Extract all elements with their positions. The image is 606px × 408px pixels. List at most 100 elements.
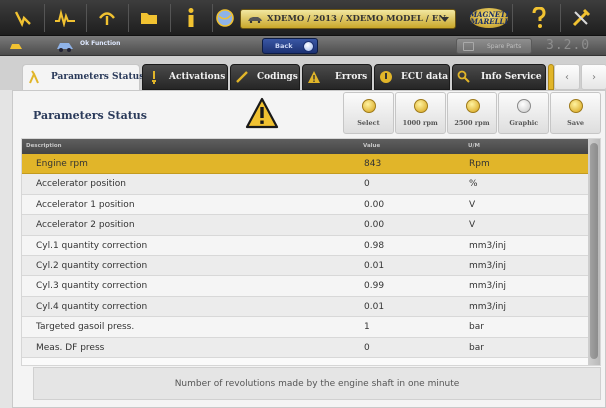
vehicle-ok-icon (57, 43, 73, 52)
rpm-2500-button[interactable]: 2500 rpm (446, 92, 498, 134)
parameter-description-text: Number of revolutions made by the engine… (174, 378, 460, 389)
spare-parts-icon (463, 42, 474, 51)
table-row[interactable]: Accelerator 2 position 0.00 V (22, 215, 590, 236)
ecu-icon (380, 71, 392, 83)
tab-bar: Parameters Status Activations Codings Er… (0, 56, 606, 92)
globe-icon[interactable] (210, 4, 240, 32)
cell-description: Engine rpm (36, 159, 88, 169)
vehicle-path: XDEMO / 2013 / XDEMO MODEL / ENGII (267, 14, 447, 24)
warning-icon (245, 97, 279, 129)
chevron-right-icon: › (592, 71, 596, 83)
rpm-1000-button[interactable]: 1000 rpm (394, 92, 446, 134)
coding-icon (236, 71, 248, 83)
column-header-description: Description (26, 143, 62, 149)
vehicle-selector[interactable]: XDEMO / 2013 / XDEMO MODEL / ENGII (240, 9, 456, 29)
oscilloscope-icon[interactable] (46, 4, 84, 32)
scrollbar-thumb[interactable] (590, 143, 598, 359)
cell-value: 0 (364, 179, 370, 190)
parameter-description-box: Number of revolutions made by the engine… (33, 367, 601, 400)
cell-description: Accelerator position (36, 179, 126, 190)
cell-value: 0.01 (364, 301, 385, 312)
tab-codings[interactable]: Codings (230, 64, 300, 90)
cell-value: 0.00 (364, 220, 385, 231)
cell-description: Cyl.3 quantity correction (36, 281, 148, 292)
help-icon[interactable] (520, 4, 558, 32)
table-row[interactable]: Cyl.2 quantity correction 0.01 mm3/inj (22, 256, 590, 277)
cell-unit: V (469, 220, 476, 231)
tab-label: Info Service (481, 72, 542, 82)
cell-description: Meas. DF press (36, 342, 105, 353)
cell-value: 0.98 (364, 240, 385, 251)
tab-label: Codings (257, 72, 298, 82)
tab-info-service[interactable]: Info Service (452, 64, 546, 90)
top-toolbar: XDEMO / 2013 / XDEMO MODEL / ENGII MAGNE… (0, 0, 606, 36)
warning-icon (308, 71, 320, 83)
cell-value: 1 (364, 322, 370, 333)
cell-value: 0.00 (364, 199, 385, 210)
cell-description: Cyl.2 quantity correction (36, 261, 148, 271)
cell-description: Targeted gasoil press. (36, 322, 135, 333)
table-scrollbar[interactable] (588, 139, 600, 365)
table-row[interactable]: Targeted gasoil press. 1 bar (22, 317, 590, 338)
select-icon (362, 99, 376, 113)
chevron-down-icon (441, 17, 449, 22)
app-window: XDEMO / 2013 / XDEMO MODEL / ENGII MAGNE… (0, 0, 606, 408)
tab-scroll-left-button[interactable]: ‹ (554, 64, 580, 90)
graphic-button[interactable]: Graphic (498, 92, 550, 134)
tab-errors[interactable]: Errors (302, 64, 372, 90)
function-bar: Ok Function Back Spare Parts 3.2.0 (0, 36, 606, 56)
cell-unit: bar (469, 322, 484, 333)
car-icon (248, 17, 262, 23)
action-label: Select (357, 119, 380, 127)
action-label: Graphic (509, 119, 539, 127)
tools-icon[interactable] (562, 4, 600, 32)
column-header-value: Value (363, 143, 381, 149)
table-row[interactable]: Cyl.4 quantity correction 0.01 mm3/inj (22, 296, 590, 318)
info-icon[interactable] (172, 4, 210, 32)
parameters-panel: Parameters Status Select 1000 rpm 2500 r… (12, 90, 606, 408)
back-button[interactable]: Back (262, 38, 318, 54)
table-row[interactable]: Cyl.1 quantity correction 0.98 mm3/inj (22, 235, 590, 256)
tab-scroll-right-button[interactable]: › (581, 64, 606, 90)
cell-description: Accelerator 1 position (36, 199, 135, 210)
version-text: 3.2.0 (546, 38, 591, 53)
cell-description: Cyl.1 quantity correction (36, 240, 148, 251)
home-icon[interactable] (4, 4, 42, 32)
save-button[interactable]: Save (550, 92, 601, 134)
action-label: Save (567, 119, 584, 127)
cell-unit: % (469, 179, 478, 190)
lambda-icon (29, 70, 39, 84)
spare-parts-button[interactable]: Spare Parts (456, 38, 532, 54)
cell-unit: mm3/inj (469, 240, 506, 251)
table-row[interactable]: Engine rpm 843 Rpm (22, 154, 590, 175)
action-label: 1000 rpm (402, 119, 438, 127)
table-row[interactable]: Accelerator position 0 % (22, 174, 590, 195)
back-button-label: Back (275, 42, 293, 50)
cell-unit: mm3/inj (469, 281, 506, 292)
cell-unit: mm3/inj (469, 261, 506, 271)
cell-value: 0 (364, 342, 370, 353)
table-row[interactable]: Meas. DF press 0 bar (22, 337, 590, 358)
cell-unit: mm3/inj (469, 301, 506, 312)
graphic-icon (517, 99, 532, 113)
rpm-1000-icon (413, 99, 428, 113)
tab-activations[interactable]: Activations (142, 64, 228, 90)
info-service-icon (457, 70, 470, 83)
table-row[interactable]: Cyl.3 quantity correction 0.99 mm3/inj (22, 276, 590, 297)
folder-icon[interactable] (130, 4, 168, 32)
cell-value: 0.01 (364, 261, 385, 271)
tab-parameters-status[interactable]: Parameters Status (22, 64, 144, 92)
select-button[interactable]: Select (343, 92, 394, 134)
tab-label: Errors (335, 72, 368, 82)
cell-description: Accelerator 2 position (36, 220, 135, 231)
cell-unit: bar (469, 342, 484, 353)
cell-value: 843 (364, 159, 382, 169)
connection-icon[interactable] (88, 4, 126, 32)
column-header-unit: U/M (468, 143, 480, 149)
tab-ecu-data[interactable]: ECU data (374, 64, 450, 90)
ok-function-label: Ok Function (80, 40, 121, 47)
cell-description: Cyl.4 quantity correction (36, 301, 148, 312)
page-title: Parameters Status (33, 109, 147, 122)
action-label: 2500 rpm (454, 119, 490, 127)
table-row[interactable]: Accelerator 1 position 0.00 V (22, 194, 590, 216)
